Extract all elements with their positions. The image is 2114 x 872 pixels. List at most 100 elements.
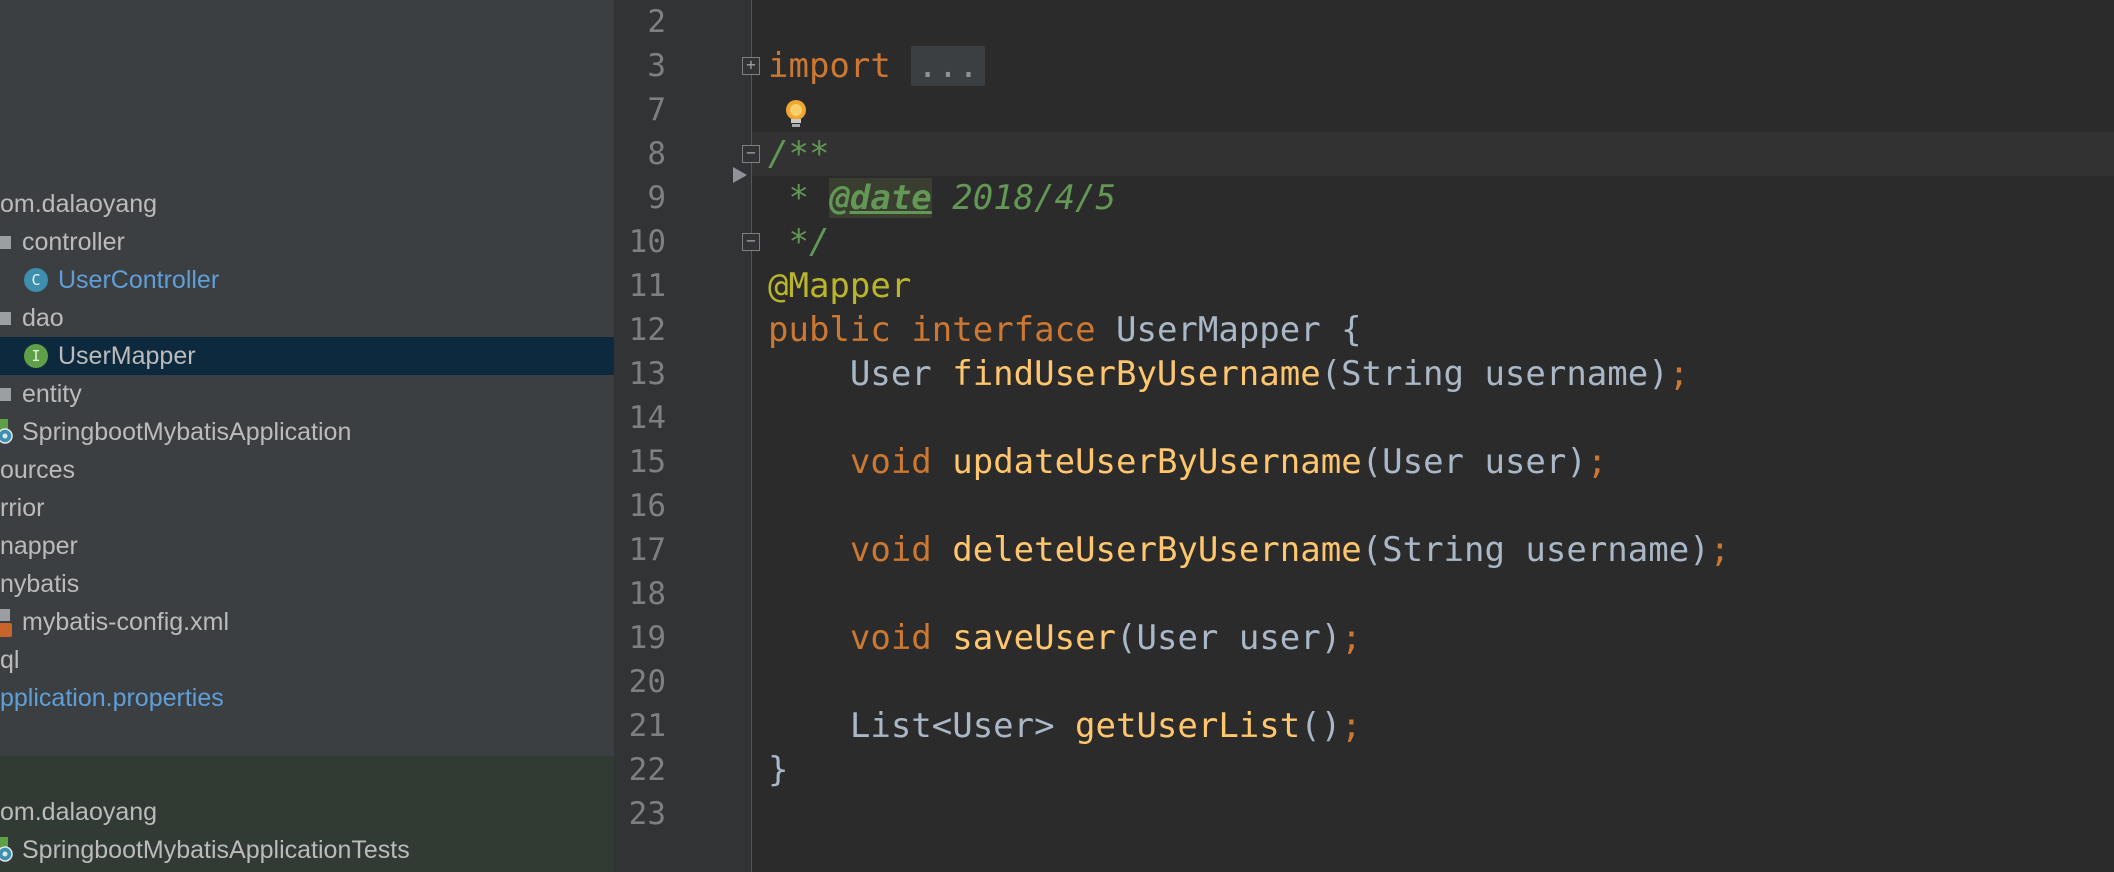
semicolon: ;	[1586, 442, 1608, 482]
current-line-highlight	[752, 132, 2114, 176]
method-name: findUserByUsername	[952, 354, 1321, 394]
gutter-arrow-icon[interactable]	[733, 167, 747, 183]
tree-item-label: rrior	[0, 494, 45, 522]
doc-comment-open: /**	[768, 134, 830, 174]
closing-brace: }	[768, 750, 789, 790]
code-line-method-save[interactable]: void saveUser(User user);	[768, 616, 1362, 660]
semicolon: ;	[1668, 354, 1690, 394]
code-line-doc-date[interactable]: * @date 2018/4/5	[768, 176, 1116, 220]
method-name: getUserList	[1075, 706, 1301, 746]
code-line-doc-close[interactable]: */	[768, 220, 829, 264]
line-number: 20	[628, 664, 666, 700]
tree-item-label: nybatis	[0, 570, 80, 598]
tree-item-label: dao	[22, 304, 64, 332]
tree-item-mybatis-config[interactable]: mybatis-config.xml	[0, 603, 614, 641]
tree-item-package[interactable]: om.dalaoyang	[0, 185, 614, 223]
ide-window: om.dalaoyang controller C UserController…	[0, 0, 2114, 872]
keyword-public: public	[768, 310, 891, 350]
tree-item-user-mapper[interactable]: I UserMapper	[0, 337, 614, 375]
spring-boot-test-icon	[0, 837, 13, 862]
doc-comment-star: *	[768, 178, 830, 218]
tree-item-label: napper	[0, 532, 78, 560]
line-number: 17	[628, 532, 666, 568]
line-number: 15	[628, 444, 666, 480]
line-number: 10	[628, 224, 666, 260]
tree-item-controller-folder[interactable]: controller	[0, 223, 614, 261]
xml-file-icon	[0, 609, 10, 621]
method-name: updateUserByUsername	[952, 442, 1362, 482]
code-line-interface-decl[interactable]: public interface UserMapper {	[768, 308, 1362, 352]
folder-icon	[0, 388, 11, 401]
code-line-method-update[interactable]: void updateUserByUsername(User user);	[768, 440, 1607, 484]
semicolon: ;	[1341, 706, 1362, 746]
line-number: 12	[628, 312, 666, 348]
return-type: List<User>	[768, 706, 1076, 746]
tree-item-dao-folder[interactable]: dao	[0, 299, 614, 337]
semicolon: ;	[1709, 530, 1731, 570]
line-number: 7	[647, 92, 666, 128]
interface-name: UserMapper {	[1095, 310, 1362, 350]
method-name: saveUser	[952, 618, 1117, 658]
tree-item-label: ql	[0, 646, 20, 674]
doc-comment-close: */	[768, 222, 830, 262]
code-line-doc-open[interactable]: /**	[768, 132, 829, 176]
line-number: 14	[628, 400, 666, 436]
lightbulb-icon[interactable]	[783, 98, 809, 132]
tree-item-resources-folder[interactable]: ources	[0, 451, 614, 489]
fold-end-icon[interactable]: −	[742, 233, 760, 251]
method-params: (User user)	[1361, 442, 1587, 482]
tree-item-mapper-folder[interactable]: napper	[0, 527, 614, 565]
code-line-import[interactable]: import ...	[768, 44, 985, 88]
line-number: 2	[647, 4, 666, 40]
tree-item-application-tests[interactable]: SpringbootMybatisApplicationTests	[0, 831, 614, 869]
tree-item-label: om.dalaoyang	[0, 190, 158, 218]
tree-item-entity-folder[interactable]: entity	[0, 375, 614, 413]
code-line-method-list[interactable]: List<User> getUserList();	[768, 704, 1362, 748]
code-line-annotation[interactable]: @Mapper	[768, 264, 911, 308]
line-number: 3	[647, 48, 666, 84]
spring-boot-app-icon	[0, 419, 13, 444]
method-name: deleteUserByUsername	[952, 530, 1362, 570]
tree-item-label: SpringbootMybatisApplicationTests	[22, 836, 410, 864]
tree-item-application-properties[interactable]: pplication.properties	[0, 679, 614, 717]
tree-item-templates-folder[interactable]: rrior	[0, 489, 614, 527]
method-params: ()	[1300, 706, 1342, 746]
tree-item-label: UserMapper	[58, 342, 196, 370]
line-number: 8	[647, 136, 666, 172]
tree-item-mybatis-folder[interactable]: nybatis	[0, 565, 614, 603]
tree-item-application-class[interactable]: SpringbootMybatisApplication	[0, 413, 614, 451]
tree-item-label: SpringbootMybatisApplication	[22, 418, 352, 446]
tree-item-label: UserController	[58, 266, 220, 294]
tree-item-user-controller[interactable]: C UserController	[0, 261, 614, 299]
method-params: (String username)	[1361, 530, 1710, 570]
class-icon: C	[24, 268, 48, 292]
tree-item-label: mybatis-config.xml	[22, 608, 229, 636]
tree-item-test-package[interactable]: om.dalaoyang	[0, 793, 614, 831]
code-line-method-delete[interactable]: void deleteUserByUsername(String usernam…	[768, 528, 1730, 572]
line-number: 22	[628, 752, 666, 788]
keyword-void: void	[849, 442, 932, 482]
code-line-closing-brace[interactable]: }	[768, 748, 788, 792]
folded-imports-badge[interactable]: ...	[911, 46, 985, 86]
line-number: 11	[628, 268, 666, 304]
fold-expand-icon[interactable]: +	[742, 57, 760, 75]
keyword-interface: interface	[911, 310, 1096, 350]
fold-collapse-icon[interactable]: −	[742, 145, 760, 163]
keyword-void: void	[849, 530, 932, 570]
line-number: 23	[628, 796, 666, 832]
semicolon: ;	[1341, 618, 1362, 658]
keyword-import: import	[768, 46, 891, 86]
tree-item-label: om.dalaoyang	[0, 798, 158, 826]
project-tree-panel: om.dalaoyang controller C UserController…	[0, 0, 614, 872]
tree-item-label: controller	[22, 228, 125, 256]
line-number: 18	[628, 576, 666, 612]
folder-icon	[0, 236, 11, 249]
code-line-method-find[interactable]: User findUserByUsername(String username)…	[768, 352, 1689, 396]
line-number: 19	[628, 620, 666, 656]
xml-badge-icon	[0, 623, 12, 637]
method-params: (User user)	[1116, 618, 1342, 658]
tree-item-sql-folder[interactable]: ql	[0, 641, 614, 679]
doc-tag-value: 2018/4/5	[931, 178, 1117, 218]
method-params: (String username)	[1320, 354, 1669, 394]
return-type: User	[768, 354, 953, 394]
